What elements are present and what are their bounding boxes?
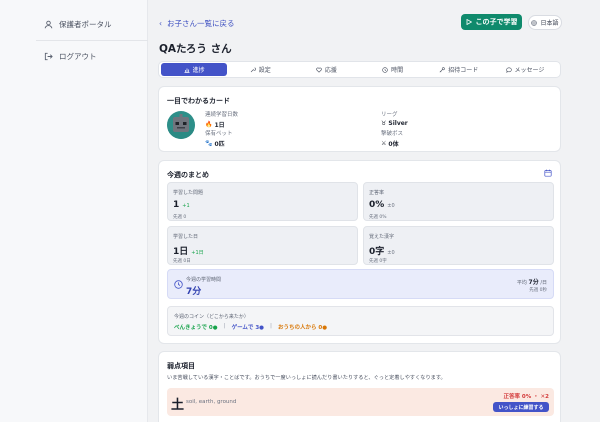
chevron-left-icon: ‹ — [159, 19, 162, 28]
card-title: 弱点項目 — [167, 362, 195, 370]
key-icon — [439, 66, 445, 72]
robot-avatar-icon — [167, 114, 195, 139]
clock-icon — [382, 66, 388, 73]
logout-icon — [44, 52, 53, 61]
sidebar-item-portal[interactable]: 保護者ポータル — [44, 19, 112, 30]
card-title: 一目でわかるカード — [167, 97, 230, 105]
weak-points-card: 弱点項目 いま苦戦している漢字・ことばです。おうちで一度いっしょに読んだり書いた… — [158, 351, 561, 422]
weekly-study-time: 今週の学習時間 7分 平均 7分 /日 先週 0秒 — [167, 269, 554, 299]
weekly-coins: 今週のコイン（どこから来たか） べんきょうで 0● | ゲームで 3● | おう… — [167, 306, 554, 336]
pets-stat: 保有ペット 🐾 0匹 — [205, 131, 233, 148]
coin-icon: ● — [322, 325, 328, 331]
stat-problems-studied: 学習した問題 1 +1 先週 0 — [167, 182, 358, 221]
user-icon — [44, 20, 53, 29]
swords-icon: ⚔ — [381, 140, 387, 147]
card-title: 今週のまとめ — [167, 171, 209, 179]
tab-progress[interactable]: 進捗 — [161, 63, 228, 76]
tab-settings[interactable]: 設定 — [227, 63, 293, 76]
avatar — [167, 111, 195, 139]
weak-points-description: いま苦戦している漢字・ことばです。おうちで一度いっしょに読んだり書いたりすると、… — [167, 375, 446, 381]
stat-days-studied: 学習した日 1日 +1日 先週 0日 — [167, 226, 358, 265]
back-link[interactable]: ‹ お子さん一覧に戻る — [159, 18, 235, 29]
tab-cheer[interactable]: 応援 — [293, 63, 359, 76]
coin-source-study: べんきょうで 0● — [174, 325, 218, 331]
calendar-icon[interactable] — [544, 169, 552, 177]
sidebar-item-label: ログアウト — [59, 52, 97, 61]
globe-icon — [531, 19, 538, 26]
practice-together-button[interactable]: いっしょに練習する — [493, 402, 549, 412]
weak-item-kanji: 土 — [171, 398, 185, 413]
tab-messages[interactable]: メッセージ — [492, 63, 558, 76]
coin-source-family: おうちの人から 0● — [277, 325, 328, 331]
study-as-child-button[interactable]: この子で学習 — [461, 14, 522, 30]
stat-accuracy: 正答率 0% ±0 先週 0% — [363, 182, 554, 221]
bar-chart-icon — [184, 68, 190, 73]
paw-icon: 🐾 — [205, 140, 213, 147]
sidebar: 保護者ポータル ログアウト — [0, 0, 148, 422]
overview-card: 一目でわかるカード 連続学習日数 🔥 1日 リーグ ♉ Silver 保有ペット 🐾… — [158, 86, 561, 152]
streak-stat: 連続学習日数 🔥 1日 — [205, 112, 239, 129]
coin-source-game: ゲームで 3● — [231, 325, 264, 331]
sidebar-item-label: 保護者ポータル — [59, 20, 112, 29]
weak-item-meaning: soil, earth, ground — [186, 399, 237, 405]
coin-icon: ● — [212, 325, 218, 331]
sidebar-divider — [36, 40, 148, 41]
tab-time[interactable]: 時間 — [360, 63, 426, 76]
logout-button[interactable]: ログアウト — [44, 51, 97, 62]
bosses-stat: 撃破ボス ⚔ 0体 — [381, 131, 404, 148]
weekly-summary-card: 今週のまとめ 学習した問題 1 +1 先週 0 正答率 0% ±0 先週 0% 学習… — [158, 160, 561, 344]
wrench-icon — [250, 67, 256, 72]
coin-icon: ● — [259, 325, 264, 331]
main-content: ‹ お子さん一覧に戻る この子で学習 日本語 QAたろう さん 進捗 設定 応援… — [148, 0, 600, 422]
trophy-icon: ♉ — [381, 120, 387, 127]
language-button[interactable]: 日本語 — [528, 15, 562, 30]
fire-icon: 🔥 — [205, 121, 213, 128]
chat-icon — [505, 66, 512, 73]
weak-item-row: 土 soil, earth, ground 正答率 0% ・ ✕2 いっしょに練… — [167, 388, 554, 416]
stat-kanji-learned: 覚えた漢字 0字 ±0 先週 0字 — [363, 226, 554, 265]
tab-bar: 進捗 設定 応援 時間 招待コード メッセージ — [158, 61, 561, 78]
heart-icon — [316, 67, 322, 73]
play-icon — [466, 19, 472, 25]
league-stat: リーグ ♉ Silver — [381, 112, 408, 127]
weak-item-stat: 正答率 0% ・ ✕2 — [503, 394, 549, 400]
clock-icon — [174, 280, 183, 289]
tab-invite-code[interactable]: 招待コード — [426, 63, 492, 76]
page-title: QAたろう さん — [159, 43, 232, 55]
